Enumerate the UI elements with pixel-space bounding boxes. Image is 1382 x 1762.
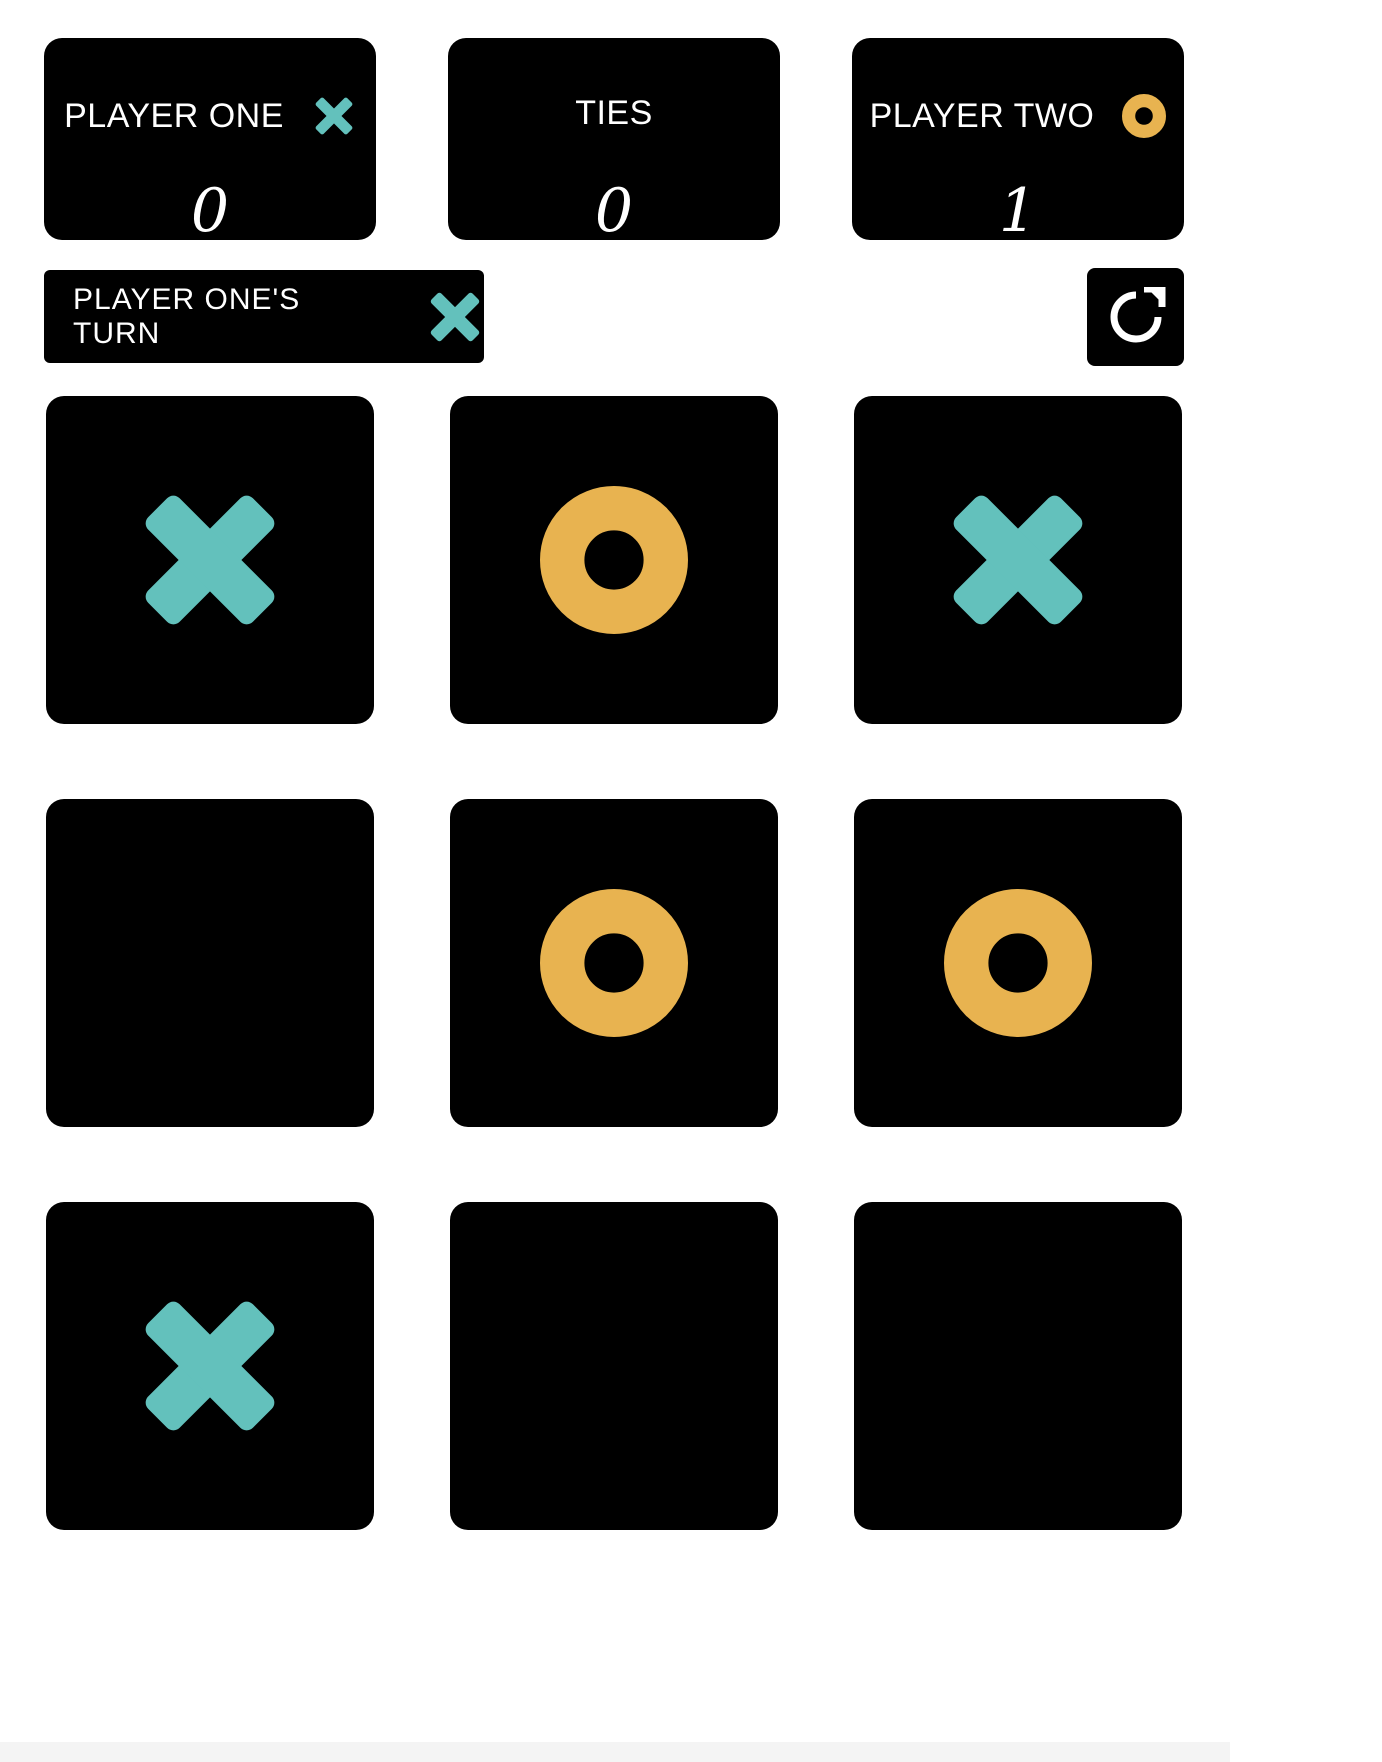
game-page: PLAYER ONE 0 TIES 0 PLAYER TWO 1 PLAYER …: [0, 0, 1230, 1762]
board-cell-2-3[interactable]: [854, 799, 1182, 1127]
board-cell-3-3[interactable]: [854, 1202, 1182, 1530]
player-two-score: 1: [998, 176, 1038, 246]
o-mark-icon: [540, 889, 688, 1037]
x-icon: [312, 94, 356, 138]
player-one-label: PLAYER ONE: [64, 96, 284, 135]
turn-indicator: PLAYER ONE'S TURN: [44, 270, 484, 363]
board-cell-1-3[interactable]: [854, 396, 1182, 724]
ties-score-card: TIES 0: [448, 38, 780, 246]
turn-label: PLAYER ONE'S TURN: [73, 282, 301, 350]
board-cell-2-1[interactable]: [46, 799, 374, 1127]
board-cell-3-2[interactable]: [450, 1202, 778, 1530]
player-two-score-card: PLAYER TWO 1: [852, 38, 1184, 246]
player-one-title-row: PLAYER ONE: [44, 94, 376, 138]
board-cell-2-2[interactable]: [450, 799, 778, 1127]
board-cell-3-1[interactable]: [46, 1202, 374, 1530]
ties-title-row: TIES: [448, 94, 780, 133]
restart-icon: [1106, 287, 1166, 347]
player-one-score-card: PLAYER ONE 0: [44, 38, 376, 246]
board-cell-1-1[interactable]: [46, 396, 374, 724]
board-cell-1-2[interactable]: [450, 396, 778, 724]
ties-score: 0: [594, 176, 634, 246]
x-mark-icon: [145, 495, 275, 625]
player-two-label: PLAYER TWO: [869, 96, 1095, 135]
x-mark-icon: [953, 495, 1083, 625]
player-two-title-row: PLAYER TWO: [852, 94, 1184, 138]
reset-button[interactable]: [1087, 268, 1184, 366]
o-icon: [1122, 94, 1167, 138]
x-mark-icon: [145, 1301, 275, 1431]
ties-label: TIES: [575, 94, 653, 132]
bottom-strip: [0, 1742, 1230, 1762]
player-one-score: 0: [190, 176, 230, 246]
o-mark-icon: [944, 889, 1092, 1037]
x-icon: [426, 288, 484, 346]
o-mark-icon: [540, 486, 688, 634]
